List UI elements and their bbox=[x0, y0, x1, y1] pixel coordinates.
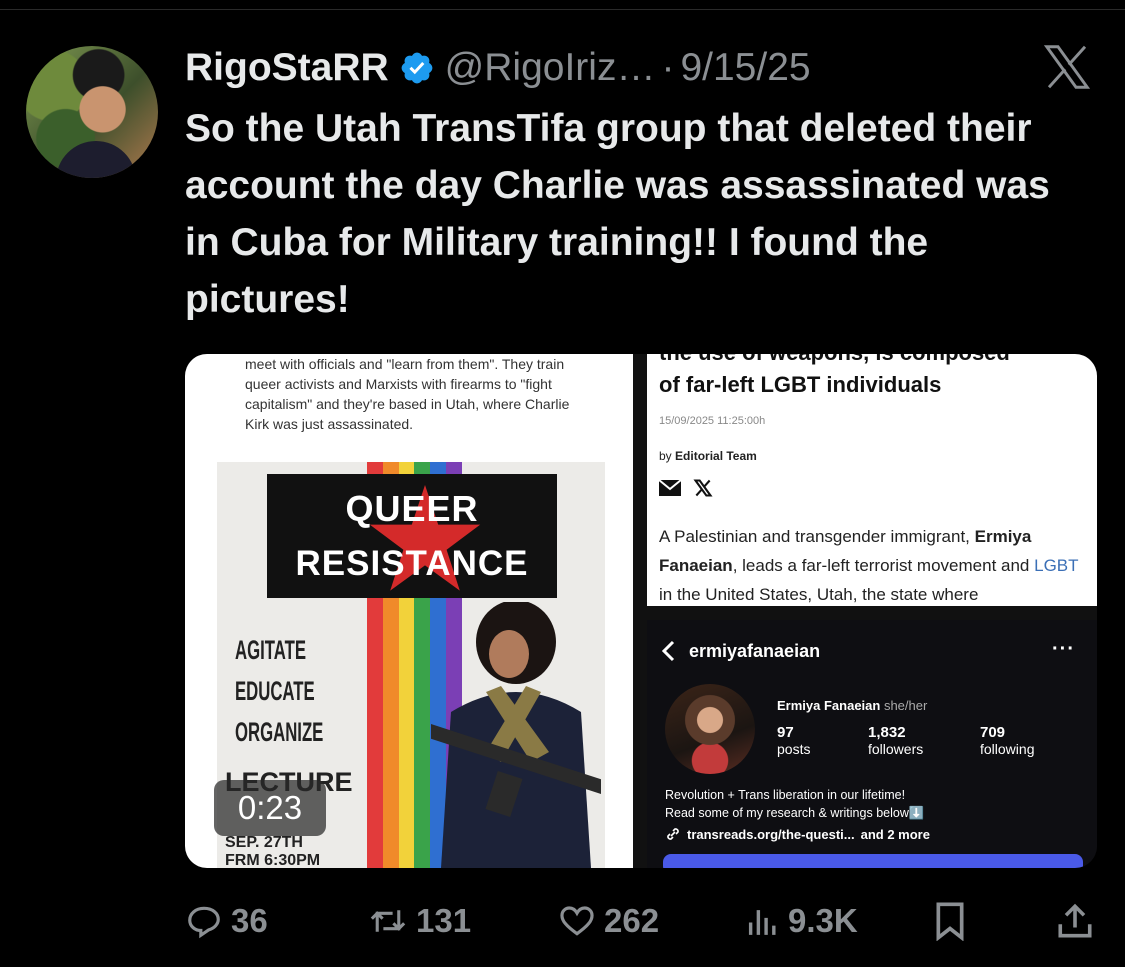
article-body-start: A Palestinian and transgender immigrant, bbox=[659, 527, 970, 546]
ig-bio-line: Read some of my research & writings belo… bbox=[665, 806, 925, 820]
ig-pronouns: she/her bbox=[883, 698, 928, 713]
article-cut-line: the use of weapons, is composed bbox=[659, 354, 1010, 366]
ig-followers-stat[interactable]: 1,832 followers bbox=[868, 724, 923, 757]
like-button[interactable]: 262 bbox=[558, 895, 659, 947]
article-share-icons bbox=[659, 478, 713, 498]
media-grid[interactable]: meet with officials and "learn from them… bbox=[185, 354, 1097, 868]
ig-header: ermiyafanaeian bbox=[661, 640, 820, 662]
ig-full-name: Ermiya Fanaeian she/her bbox=[777, 698, 927, 713]
views-icon bbox=[748, 910, 776, 935]
share-icon bbox=[1058, 903, 1092, 938]
article-body-end: in the United States, Utah, the state wh… bbox=[659, 585, 979, 604]
ig-follow-button[interactable] bbox=[663, 854, 1083, 868]
ig-name-text: Ermiya Fanaeian bbox=[777, 698, 881, 713]
bookmark-icon bbox=[936, 902, 964, 941]
like-icon bbox=[560, 906, 594, 936]
video-duration: 0:23 bbox=[214, 780, 326, 836]
ig-posts-label: posts bbox=[777, 741, 811, 757]
ig-posts-stat[interactable]: 97 posts bbox=[777, 724, 810, 757]
ig-following-stat[interactable]: 709 following bbox=[980, 724, 1034, 757]
ig-avatar[interactable] bbox=[665, 684, 755, 774]
article-title: of far-left LGBT individuals bbox=[659, 372, 942, 397]
article-body: A Palestinian and transgender immigrant,… bbox=[659, 522, 1089, 609]
poster-date: SEP. 27TH FRM 6:30PM bbox=[225, 834, 320, 868]
poster-slogans: AGITATE EDUCATE ORGANIZE bbox=[235, 630, 323, 753]
x-logo-icon bbox=[1043, 45, 1091, 89]
poster-line2: RESISTANCE bbox=[295, 544, 529, 583]
ig-link-url: transreads.org/the-questi... bbox=[687, 826, 855, 842]
share-button[interactable] bbox=[1057, 895, 1093, 947]
video-pane[interactable]: meet with officials and "learn from them… bbox=[185, 354, 633, 868]
repost-button[interactable]: 131 bbox=[368, 895, 471, 947]
ig-following-label: following bbox=[980, 741, 1035, 757]
tweet-actions: 36 131 262 9.3K bbox=[185, 895, 1095, 947]
timestamp[interactable]: 9/15/25 bbox=[680, 46, 810, 90]
reply-icon bbox=[188, 906, 220, 939]
poster-figure bbox=[431, 602, 601, 868]
poster-sub-line: FRM 6:30PM bbox=[225, 852, 321, 868]
ig-link[interactable]: transreads.org/the-questi... and 2 more bbox=[665, 826, 930, 842]
article-pane[interactable]: the use of weapons, is composed of far-l… bbox=[647, 354, 1097, 606]
back-chevron-icon[interactable] bbox=[661, 640, 675, 662]
slogan-line: AGITATE bbox=[235, 635, 306, 665]
display-name[interactable]: RigoStaRR bbox=[185, 46, 389, 90]
tweet-header: RigoStaRR @RigoIriz… · 9/15/25 bbox=[185, 40, 811, 96]
verified-badge-icon bbox=[401, 52, 433, 84]
ig-bio: Revolution + Trans liberation in our lif… bbox=[665, 786, 1085, 822]
handle[interactable]: @RigoIriz… bbox=[445, 46, 656, 90]
byline-prefix: by bbox=[659, 449, 672, 463]
ig-followers-count: 1,832 bbox=[868, 724, 906, 741]
ig-username: ermiyafanaeian bbox=[689, 640, 821, 661]
ig-bio-line: Revolution + Trans liberation in our lif… bbox=[665, 788, 906, 802]
reply-count: 36 bbox=[231, 902, 268, 939]
views-button[interactable]: 9.3K bbox=[746, 895, 858, 947]
x-logo-icon[interactable] bbox=[693, 478, 713, 498]
ig-posts-count: 97 bbox=[777, 724, 794, 741]
video-caption: meet with officials and "learn from them… bbox=[245, 356, 570, 432]
views-count: 9.3K bbox=[788, 902, 858, 939]
more-options-icon[interactable]: ··· bbox=[1052, 638, 1075, 661]
poster-line1: QUEER bbox=[345, 488, 479, 529]
author-avatar[interactable] bbox=[26, 46, 158, 178]
poster-date-line: SEP. 27TH bbox=[225, 834, 303, 851]
poster-title-box: QUEER RESISTANCE bbox=[267, 474, 557, 598]
like-count: 262 bbox=[604, 902, 660, 939]
link-icon bbox=[667, 828, 679, 840]
article-lgbt-link[interactable]: LGBT bbox=[1034, 556, 1078, 575]
ig-followers-label: followers bbox=[868, 741, 924, 757]
top-divider bbox=[0, 9, 1125, 10]
slogan-line: EDUCATE bbox=[235, 676, 315, 706]
instagram-profile-pane[interactable]: ermiyafanaeian ··· Ermiya Fanaeian she/h… bbox=[647, 620, 1097, 868]
slogan-line: ORGANIZE bbox=[235, 717, 324, 747]
article-body-mid: , leads a far-left terrorist movement an… bbox=[732, 556, 1030, 575]
reply-button[interactable]: 36 bbox=[185, 895, 268, 947]
ig-following-count: 709 bbox=[980, 724, 1006, 741]
repost-count: 131 bbox=[416, 902, 472, 939]
ig-link-more: and 2 more bbox=[860, 826, 930, 842]
mail-icon[interactable] bbox=[659, 480, 681, 496]
bookmark-button[interactable] bbox=[933, 895, 967, 947]
separator: · bbox=[661, 46, 675, 89]
tweet-text: So the Utah TransTifa group that deleted… bbox=[185, 107, 1050, 321]
byline-author: Editorial Team bbox=[675, 449, 757, 463]
article-byline: by Editorial Team bbox=[659, 449, 757, 463]
article-timestamp: 15/09/2025 11:25:00h bbox=[659, 415, 766, 427]
repost-icon bbox=[370, 910, 406, 932]
